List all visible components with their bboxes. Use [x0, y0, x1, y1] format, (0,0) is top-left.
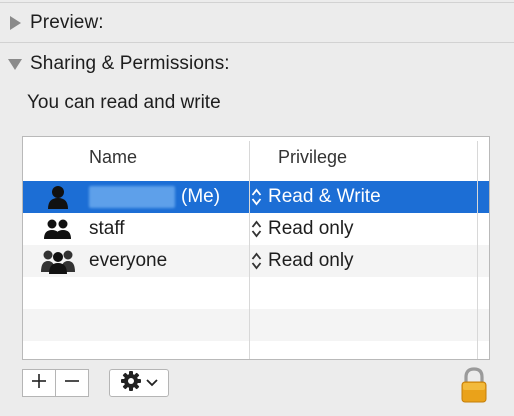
sharing-section-title: Sharing & Permissions: [30, 53, 230, 74]
empty-row [23, 309, 489, 341]
single-user-icon [41, 184, 75, 210]
column-divider[interactable] [249, 141, 250, 359]
privilege-value: Read only [268, 250, 354, 271]
preview-section-title: Preview: [30, 12, 104, 33]
popup-stepper-icon [251, 219, 262, 239]
privilege-value: Read only [268, 218, 354, 239]
popup-stepper-icon [251, 251, 262, 271]
everyone-icon [41, 248, 75, 274]
privilege-popup-everyone[interactable]: Read only [251, 245, 354, 277]
lock-icon[interactable] [459, 366, 489, 404]
column-header-privilege[interactable]: Privilege [278, 147, 347, 168]
disclosure-expanded-icon[interactable] [0, 57, 30, 71]
chevron-down-icon [146, 374, 158, 392]
group-icon [41, 216, 75, 242]
remove-user-button[interactable] [55, 369, 89, 397]
table-row-me[interactable]: (Me) Read & Write [23, 181, 489, 213]
privilege-popup-me[interactable]: Read & Write [251, 181, 381, 213]
disclosure-collapsed-icon[interactable] [0, 15, 30, 31]
column-header-name[interactable]: Name [89, 147, 137, 168]
top-divider [0, 2, 514, 3]
gear-icon [120, 370, 142, 397]
privilege-value: Read & Write [268, 186, 381, 207]
row-name-me: (Me) [89, 186, 220, 208]
plus-icon [31, 373, 47, 394]
access-summary: You can read and write [27, 92, 221, 113]
table-row-staff[interactable]: staff Read only [23, 213, 489, 245]
add-user-button[interactable] [22, 369, 56, 397]
redacted-username [89, 186, 175, 208]
permissions-table: Name Privilege (Me) Read & Write staff R… [22, 136, 490, 360]
privilege-popup-staff[interactable]: Read only [251, 213, 354, 245]
section-divider [0, 42, 514, 43]
table-row-everyone[interactable]: everyone Read only [23, 245, 489, 277]
minus-icon [64, 373, 80, 394]
action-menu-button[interactable] [109, 369, 169, 397]
column-divider[interactable] [477, 141, 478, 359]
preview-section-header[interactable]: Preview: [0, 5, 104, 41]
row-name-everyone: everyone [89, 250, 168, 271]
popup-stepper-icon [251, 187, 262, 207]
table-header: Name Privilege [23, 137, 489, 181]
row-name-staff: staff [89, 218, 125, 239]
sharing-section-header[interactable]: Sharing & Permissions: [0, 46, 230, 82]
